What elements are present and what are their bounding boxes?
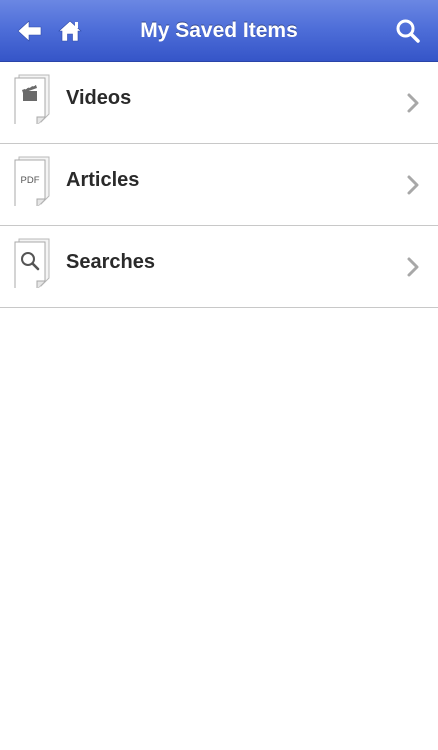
chevron-right-icon — [407, 257, 419, 277]
list-item-searches[interactable]: Searches — [0, 226, 438, 308]
back-button[interactable] — [10, 11, 50, 51]
list-item-label: Searches — [66, 250, 155, 273]
search-button[interactable] — [388, 11, 428, 51]
list-item-label: Videos — [66, 86, 132, 109]
chevron-right-icon — [407, 175, 419, 195]
pdf-icon-text: PDF — [21, 175, 40, 186]
pdf-document-icon: PDF — [14, 156, 50, 206]
search-document-icon — [14, 238, 50, 288]
home-button[interactable] — [50, 11, 90, 51]
saved-items-screen: My Saved Items Videos PDF Articles Searc… — [0, 0, 438, 750]
home-icon — [58, 20, 82, 42]
back-arrow-icon — [17, 20, 42, 42]
page-title: My Saved Items — [140, 19, 298, 42]
list-item-articles[interactable]: PDF Articles — [0, 144, 438, 226]
chevron-right-icon — [407, 93, 419, 113]
search-icon — [396, 19, 420, 43]
saved-items-list: Videos PDF Articles Searches — [0, 62, 438, 308]
list-item-label: Articles — [66, 168, 140, 191]
list-item-videos[interactable]: Videos — [0, 62, 438, 144]
nav-bar: My Saved Items — [0, 0, 438, 62]
video-clapperboard-icon — [14, 74, 50, 124]
